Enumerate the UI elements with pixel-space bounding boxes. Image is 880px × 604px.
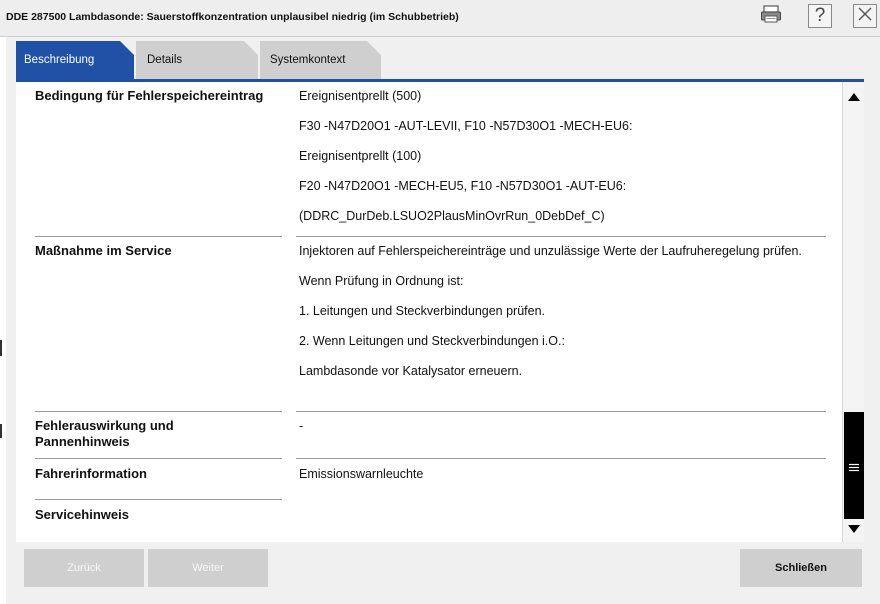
row-divider	[35, 499, 282, 500]
window-edge-mark	[0, 424, 2, 438]
row-label: Fahrerinformation	[35, 466, 147, 481]
row-value-line: 1. Leitungen und Steckverbindungen prüfe…	[299, 304, 546, 318]
tab-label: Details	[147, 54, 183, 66]
row-value-line: Ereignisentprellt (100)	[299, 149, 422, 163]
tab-systemkontext[interactable]: Systemkontext	[260, 41, 381, 79]
tab-label: Systemkontext	[270, 54, 346, 66]
vertical-scrollbar[interactable]	[842, 82, 864, 542]
close-button-label: Schließen	[775, 562, 827, 574]
row-divider	[35, 458, 282, 459]
row-value-line: Ereignisentprellt (500)	[299, 89, 422, 103]
row-value-line: Lambdasonde vor Katalysator erneuern.	[299, 364, 523, 378]
row-values: Emissionswarnleuchte	[299, 466, 829, 495]
row-value-line: Injektoren auf Fehlerspeichereinträge un…	[299, 244, 802, 258]
close-icon	[857, 6, 873, 27]
row-label: Maßnahme im Service	[35, 243, 172, 258]
row-divider	[35, 236, 282, 237]
row-value-line: 2. Wenn Leitungen und Steckverbindungen …	[299, 334, 565, 348]
next-button-label: Weiter	[192, 562, 224, 574]
printer-icon	[760, 4, 782, 29]
scroll-down-button[interactable]	[843, 522, 864, 538]
tab-label: Beschreibung	[24, 54, 95, 66]
row-divider	[296, 458, 826, 459]
row-value-line: -	[299, 419, 304, 433]
back-button-label: Zurück	[67, 562, 101, 574]
title-bar: DDE 287500 Lambdasonde: Sauerstoffkonzen…	[0, 0, 880, 37]
scroll-thumb[interactable]	[844, 412, 864, 519]
row-value-line: Wenn Prüfung in Ordnung ist:	[299, 274, 464, 288]
row-values: Injektoren auf Fehlerspeichereinträge un…	[299, 243, 829, 392]
row-label: Fehlerauswirkung und Pannenhinweis	[35, 418, 174, 449]
row-value-line: Emissionswarnleuchte	[299, 467, 424, 481]
window-edge-mark	[0, 340, 2, 356]
triangle-up-icon	[847, 89, 861, 107]
scroll-up-button[interactable]	[843, 90, 864, 106]
row-value-line: F30 -N47D20O1 -AUT-LEVII, F10 -N57D30O1 …	[299, 119, 633, 133]
grip-lines-icon	[849, 460, 859, 472]
back-button[interactable]: Zurück	[24, 549, 144, 587]
tab-beschreibung[interactable]: Beschreibung	[16, 41, 134, 79]
description-panel: Bedingung für Fehlerspeichereintrag Erei…	[16, 82, 842, 542]
next-button[interactable]: Weiter	[148, 549, 268, 587]
tab-details[interactable]: Details	[136, 41, 258, 79]
row-value-line: (DDRC_DurDeb.LSUO2PlausMinOvrRun_0DebDef…	[299, 209, 605, 223]
help-button[interactable]: ?	[808, 4, 832, 28]
row-divider	[296, 236, 826, 237]
window-title: DDE 287500 Lambdasonde: Sauerstoffkonzen…	[6, 11, 459, 23]
row-divider	[296, 411, 826, 412]
row-value-line: F20 -N47D20O1 -MECH-EU5, F10 -N57D30O1 -…	[299, 179, 627, 193]
row-values: -	[299, 418, 829, 447]
row-values: Ereignisentprellt (500) F30 -N47D20O1 -A…	[299, 88, 829, 237]
row-label: Servicehinweis	[35, 507, 129, 522]
triangle-down-icon	[847, 521, 861, 539]
row-divider	[35, 411, 282, 412]
help-icon: ?	[814, 5, 826, 26]
print-button[interactable]	[758, 4, 784, 28]
row-label: Bedingung für Fehlerspeichereintrag	[35, 88, 264, 103]
close-window-button[interactable]	[853, 4, 877, 28]
close-button[interactable]: Schließen	[740, 549, 862, 587]
